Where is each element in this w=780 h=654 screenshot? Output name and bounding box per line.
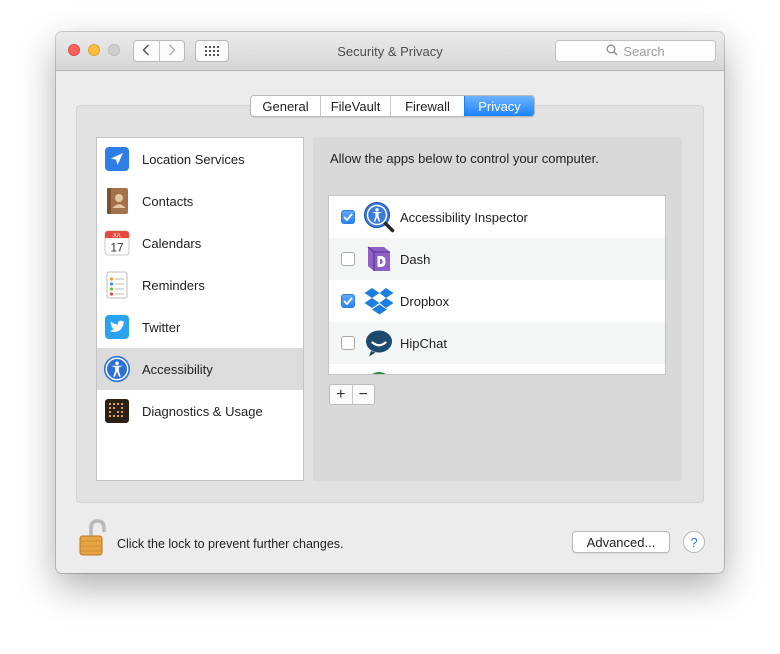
preferences-window: Security & Privacy Search General FileVa…	[56, 32, 724, 573]
sidebar-item-label: Twitter	[142, 319, 181, 335]
sidebar-item-diagnostics-usage[interactable]: Diagnostics & Usage	[97, 390, 303, 432]
app-list[interactable]: Accessibility Inspector Dash Dropbox Hip…	[328, 195, 666, 375]
app-row-accessibility-inspector[interactable]: Accessibility Inspector	[329, 196, 665, 238]
sidebar-item-calendars[interactable]: JUL 17 Calendars	[97, 222, 303, 264]
lock-button[interactable]	[76, 518, 110, 558]
sidebar-item-accessibility[interactable]: Accessibility	[97, 348, 303, 390]
app-name: HipChat	[400, 335, 447, 351]
app-row-partial[interactable]	[329, 364, 665, 374]
tab-general[interactable]: General	[251, 96, 320, 116]
search-placeholder: Search	[623, 43, 665, 59]
add-remove-control: + −	[329, 384, 375, 405]
app-row-hipchat[interactable]: HipChat	[329, 322, 665, 364]
dropbox-icon	[363, 285, 395, 317]
help-button[interactable]: ?	[683, 531, 705, 553]
tab-filevault[interactable]: FileVault	[320, 96, 390, 116]
sidebar-item-location-services[interactable]: Location Services	[97, 138, 303, 180]
title-bar: Security & Privacy Search	[56, 32, 724, 71]
checkmark-icon	[343, 297, 353, 305]
accessibility-person-icon	[103, 355, 131, 383]
sidebar-item-contacts[interactable]: Contacts	[97, 180, 303, 222]
privacy-category-list: Location Services Contacts JUL 17 Calend…	[96, 137, 304, 481]
instruction-text: Allow the apps below to control your com…	[330, 151, 599, 166]
sidebar-item-twitter[interactable]: Twitter	[97, 306, 303, 348]
sidebar-item-label: Diagnostics & Usage	[142, 403, 263, 419]
diagnostics-grid-icon	[103, 397, 131, 425]
app-checkbox[interactable]	[341, 252, 355, 266]
app-checkbox[interactable]	[341, 210, 355, 224]
hipchat-icon	[363, 327, 395, 359]
location-arrow-icon	[103, 145, 131, 173]
sidebar-item-label: Accessibility	[142, 361, 213, 377]
app-checkbox[interactable]	[341, 294, 355, 308]
search-field[interactable]: Search	[555, 40, 716, 62]
calendar-day-text: 17	[110, 241, 124, 255]
checkmark-icon	[343, 213, 353, 221]
tab-firewall[interactable]: Firewall	[390, 96, 464, 116]
app-name: Accessibility Inspector	[400, 209, 528, 225]
sidebar-item-label: Location Services	[142, 151, 245, 167]
app-checkbox[interactable]	[341, 336, 355, 350]
dash-icon	[363, 243, 395, 275]
padlock-open-icon	[76, 519, 110, 561]
sidebar-item-label: Contacts	[142, 193, 194, 209]
search-icon	[606, 44, 623, 59]
sidebar-item-label: Calendars	[142, 235, 202, 251]
remove-app-button[interactable]: −	[351, 385, 375, 404]
lock-status-text: Click the lock to prevent further change…	[117, 537, 344, 551]
advanced-button[interactable]: Advanced...	[572, 531, 670, 553]
accessibility-inspector-icon	[363, 201, 395, 233]
calendar-icon: JUL 17	[103, 229, 131, 257]
add-app-button[interactable]: +	[330, 385, 352, 404]
app-name: Dropbox	[400, 293, 450, 309]
sidebar-item-reminders[interactable]: Reminders	[97, 264, 303, 306]
app-row-dropbox[interactable]: Dropbox	[329, 280, 665, 322]
green-app-icon	[363, 369, 395, 374]
twitter-bird-icon	[103, 313, 131, 341]
app-name: Dash	[400, 251, 431, 267]
tab-bar: General FileVault Firewall Privacy	[250, 95, 535, 117]
contacts-book-icon	[103, 187, 131, 215]
reminders-list-icon	[103, 271, 131, 299]
calendar-month-text: JUL	[113, 233, 122, 239]
sidebar-item-label: Reminders	[142, 277, 205, 293]
app-row-dash[interactable]: Dash	[329, 238, 665, 280]
tab-privacy[interactable]: Privacy	[464, 96, 534, 116]
